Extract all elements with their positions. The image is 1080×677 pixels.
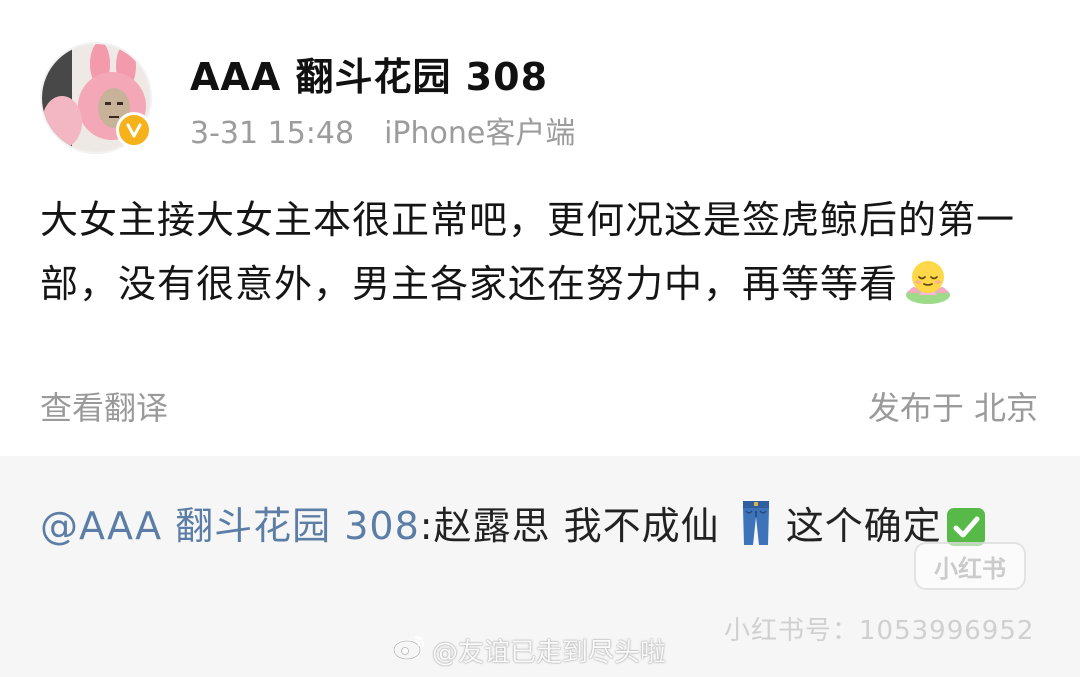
- xiaohongshu-watermark-id: 小红书号：1053996952: [724, 616, 1035, 646]
- jeans-icon: [740, 499, 772, 566]
- weibo-watermark: @友谊已走到尽头啦: [392, 632, 666, 669]
- quoted-text-part-1: :赵露思 我不成仙: [419, 504, 720, 548]
- post-meta: 3-31 15:48 iPhone客户端: [190, 108, 575, 152]
- weibo-logo-icon: [392, 633, 426, 668]
- sleeping-face-lotus-icon: [902, 255, 954, 326]
- xiaohongshu-watermark-logo: 小红书: [914, 542, 1026, 590]
- weibo-watermark-handle: @友谊已走到尽头啦: [432, 638, 667, 668]
- post-location: 发布于 北京: [867, 389, 1038, 427]
- verified-v-icon: [116, 112, 152, 148]
- post-date: 3-31 15:48: [190, 116, 355, 151]
- post-client: iPhone客户端: [384, 116, 576, 151]
- quoted-post-text: @AAA 翻斗花园 308:赵露思 我不成仙 这个确定: [40, 494, 1040, 566]
- view-translation-link[interactable]: 查看翻译: [40, 383, 168, 429]
- avatar-container[interactable]: [40, 42, 152, 154]
- quoted-text-part-2: 这个确定: [785, 504, 942, 548]
- weibo-post-screenshot: AAA 翻斗花园 308 3-31 15:48 iPhone客户端 大女主接大女主…: [0, 0, 1080, 677]
- quoted-mention-link[interactable]: @AAA 翻斗花园 308: [40, 504, 420, 548]
- post-body-text: 大女主接大女主本很正常吧，更何况这是签虎鲸后的第一部，没有很意外，男主各家还在努…: [40, 198, 1016, 306]
- post-body: 大女主接大女主本很正常吧，更何况这是签虎鲸后的第一部，没有很意外，男主各家还在努…: [40, 188, 1040, 326]
- username[interactable]: AAA 翻斗花园 308: [190, 46, 548, 101]
